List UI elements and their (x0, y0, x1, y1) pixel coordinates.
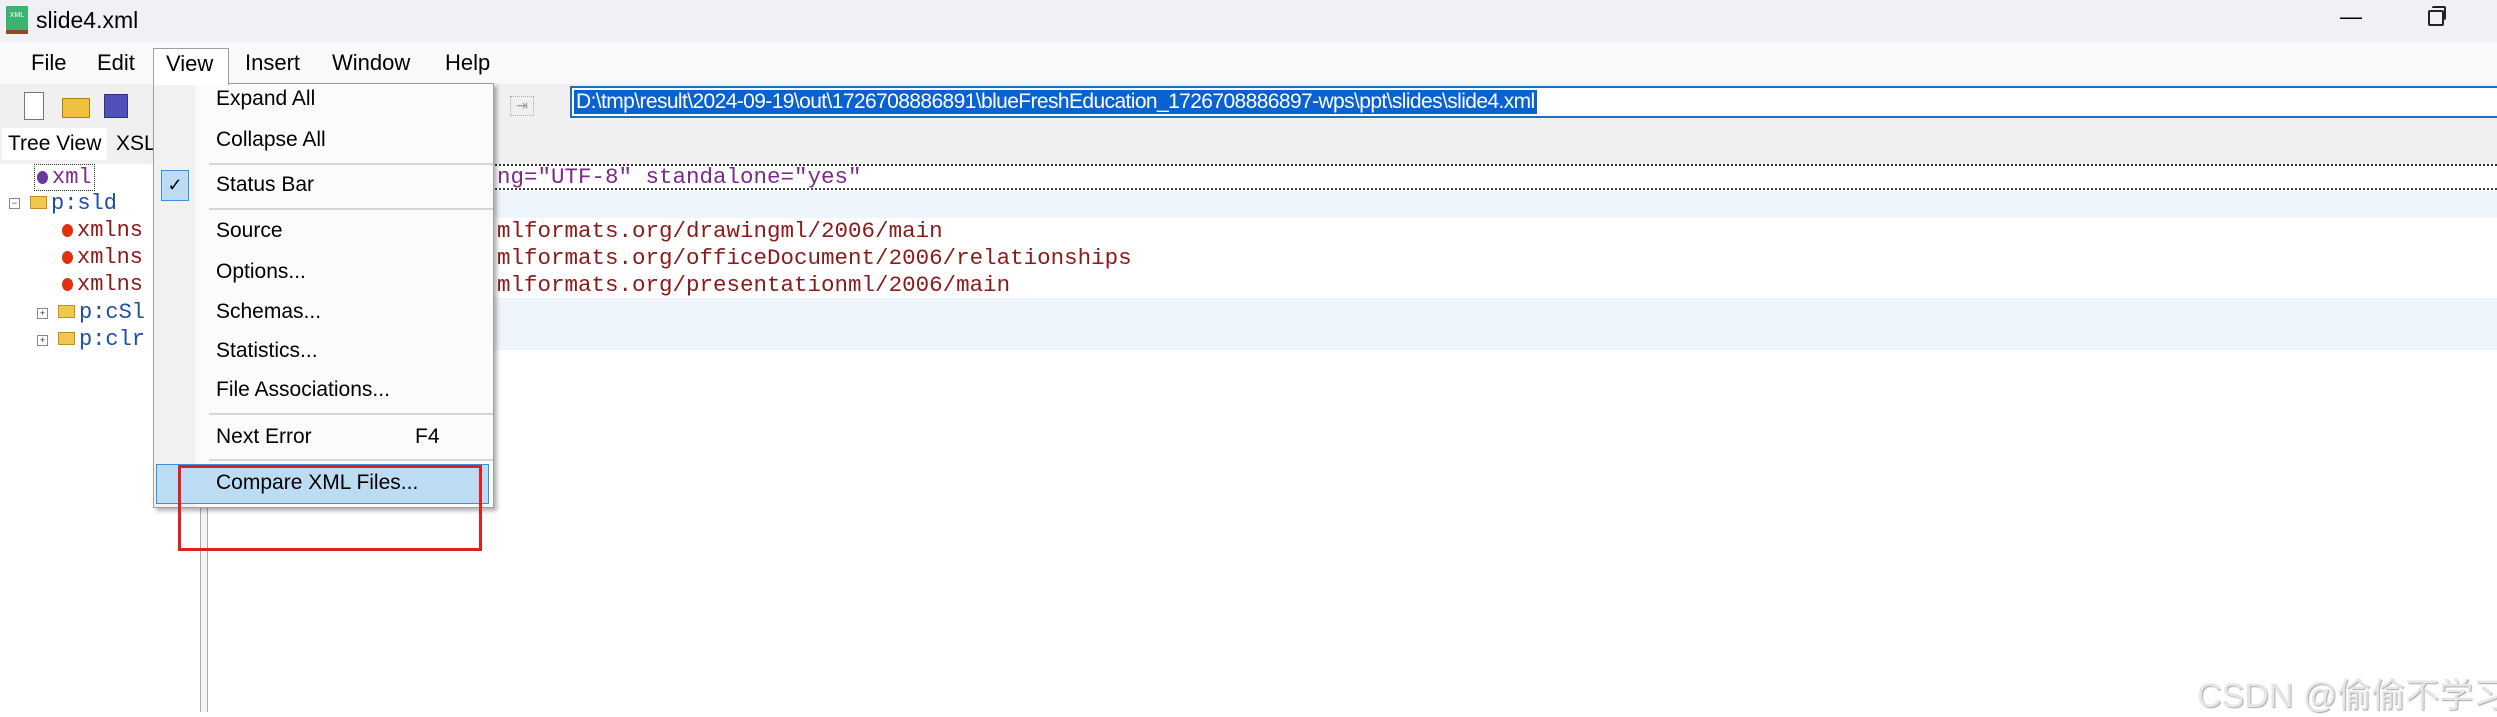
folder-icon (58, 305, 75, 318)
tree-node-xmlns[interactable]: xmlns (62, 218, 143, 243)
menu-item-label: Next Error (216, 425, 312, 448)
tree-node-p-csld[interactable]: p:cSl (58, 300, 145, 325)
menu-separator (209, 413, 493, 415)
open-folder-icon[interactable] (62, 98, 90, 118)
folder-icon (30, 196, 47, 209)
code-line: mlformats.org/presentationml/2006/main (497, 272, 1011, 298)
menu-item-status-bar[interactable]: Status Bar (216, 173, 314, 197)
menu-file[interactable]: File (31, 50, 66, 76)
tree-node-xmlns[interactable]: xmlns (62, 245, 143, 270)
restore-icon[interactable] (2428, 6, 2446, 26)
menu-help[interactable]: Help (445, 50, 490, 76)
node-label: xmlns (77, 272, 144, 297)
code-line: mlformats.org/drawingml/2006/main (497, 218, 943, 244)
node-label: xmlns (77, 218, 144, 243)
menu-item-label: Options... (216, 260, 306, 283)
menu-item-collapse-all[interactable]: Collapse All (216, 128, 326, 152)
menu-item-expand-all[interactable]: Expand All (216, 87, 315, 111)
menu-bar: File Edit Insert Window Help (0, 42, 2497, 84)
menu-separator (209, 208, 493, 210)
code-line: mlformats.org/officeDocument/2006/relati… (497, 245, 1132, 271)
tree-node-p-sld[interactable]: p:sld (30, 191, 117, 216)
menu-item-label: Schemas... (216, 300, 322, 323)
menu-item-statistics[interactable]: Statistics... (216, 339, 318, 363)
title-bar: XML slide4.xml — (0, 0, 2497, 42)
file-path-text: D:\tmp\result\2024-09-19\out\17267088868… (574, 90, 1537, 114)
collapse-icon[interactable]: − (9, 198, 20, 209)
menu-edit[interactable]: Edit (97, 50, 135, 76)
menu-insert[interactable]: Insert (245, 50, 300, 76)
go-icon[interactable]: ⇥ (510, 96, 534, 116)
node-label: p:cSl (79, 300, 146, 325)
code-line: ng="UTF-8" standalone="yes" (497, 164, 862, 190)
tree-node-xml[interactable]: xml (34, 164, 95, 191)
menu-item-label: Expand All (216, 87, 316, 110)
node-label: p:sld (51, 191, 118, 216)
window-title: slide4.xml (36, 7, 139, 33)
expand-icon[interactable]: + (37, 335, 48, 346)
menu-item-label: Status Bar (216, 173, 315, 196)
menu-separator (209, 459, 493, 461)
menu-separator (209, 163, 493, 165)
menu-item-schemas[interactable]: Schemas... (216, 300, 321, 324)
tree-node-p-clrmap[interactable]: p:clr (58, 327, 145, 352)
menu-item-source[interactable]: Source (216, 219, 283, 243)
divider (208, 164, 2497, 166)
menu-gutter (154, 84, 195, 507)
file-path-input[interactable]: D:\tmp\result\2024-09-19\out\17267088868… (570, 86, 2497, 118)
menu-view-label: View (166, 51, 214, 76)
row-highlight (208, 191, 2497, 218)
menu-item-label: Source (216, 219, 283, 242)
menu-item-options[interactable]: Options... (216, 260, 306, 284)
view-menu-dropdown: Expand All Collapse All ✓ Status Bar Sou… (153, 83, 494, 508)
menu-window[interactable]: Window (332, 50, 410, 76)
menu-item-next-error[interactable]: Next Error (216, 425, 312, 449)
node-label: xml (52, 165, 92, 190)
watermark: CSDN @偷偷不学习 (2197, 677, 2497, 715)
menu-view[interactable]: View (153, 48, 229, 85)
annotation-red-box (178, 465, 482, 551)
folder-icon (58, 332, 75, 345)
save-icon[interactable] (104, 94, 128, 118)
expand-icon[interactable]: + (37, 308, 48, 319)
new-file-icon[interactable] (24, 92, 44, 120)
xml-file-icon: XML (6, 6, 28, 34)
menu-item-file-associations[interactable]: File Associations... (216, 378, 390, 402)
menu-item-label: Statistics... (216, 339, 318, 362)
tree-node-xmlns[interactable]: xmlns (62, 272, 143, 297)
tab-tree-view[interactable]: Tree View (2, 128, 108, 160)
menu-item-label: File Associations... (216, 378, 390, 401)
row-highlight (208, 298, 2497, 350)
minimize-icon[interactable]: — (2340, 4, 2362, 30)
node-label: xmlns (77, 245, 144, 270)
node-label: p:clr (79, 327, 146, 352)
divider (208, 188, 2497, 190)
menu-item-label: Collapse All (216, 128, 326, 151)
checkmark-icon: ✓ (161, 170, 189, 201)
shortcut-f4: F4 (415, 425, 440, 448)
source-editor[interactable]: ng="UTF-8" standalone="yes" mlformats.or… (208, 164, 2497, 712)
